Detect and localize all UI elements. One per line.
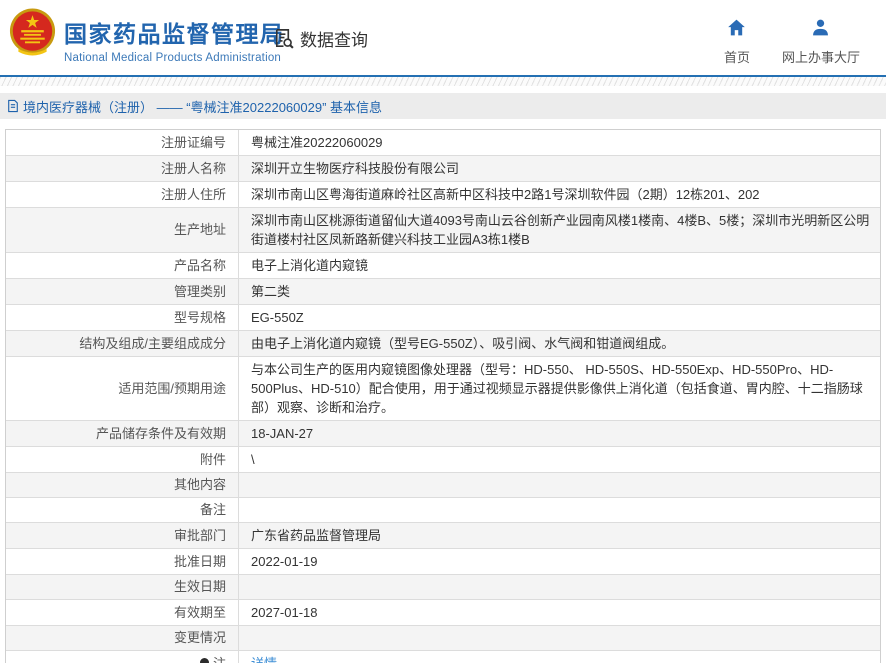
- row-label: 注册人住所: [6, 182, 239, 207]
- table-row: 型号规格EG-550Z: [6, 304, 880, 330]
- row-value: 广东省药品监督管理局: [239, 523, 880, 548]
- home-icon: [726, 17, 747, 43]
- top-nav: 首页 网上办事大厅: [724, 17, 860, 66]
- row-label: 审批部门: [6, 523, 239, 548]
- document-icon: [7, 99, 19, 113]
- table-row: 有效期至2027-01-18: [6, 599, 880, 625]
- row-label: 注册人名称: [6, 156, 239, 181]
- brand-block: 国家药品监督管理局 National Medical Products Admi…: [64, 15, 285, 64]
- row-value: 电子上消化道内窥镜: [239, 253, 880, 278]
- row-value: 2027-01-18: [239, 600, 880, 625]
- table-row: 附件\: [6, 446, 880, 472]
- spacer: [0, 119, 886, 129]
- row-label: 附件: [6, 447, 239, 472]
- table-row: 其他内容: [6, 472, 880, 497]
- table-row: 结构及组成/主要组成成分由电子上消化道内窥镜（型号EG-550Z）、吸引阀、水气…: [6, 330, 880, 356]
- service-hall-nav[interactable]: 网上办事大厅: [782, 17, 860, 66]
- home-nav[interactable]: 首页: [724, 17, 750, 66]
- table-row: 产品储存条件及有效期18-JAN-27: [6, 420, 880, 446]
- hatch-band: [0, 77, 886, 86]
- row-value: 深圳开立生物医疗科技股份有限公司: [239, 156, 880, 181]
- row-value: 第二类: [239, 279, 880, 304]
- table-row: 注册证编号粤械注准20222060029: [6, 130, 880, 155]
- row-label: 产品名称: [6, 253, 239, 278]
- row-label: 注册证编号: [6, 130, 239, 155]
- row-value: 深圳市南山区桃源街道留仙大道4093号南山云谷创新产业园南风楼1楼南、4楼B、5…: [239, 208, 880, 252]
- row-label: 生产地址: [6, 208, 239, 252]
- row-label: 生效日期: [6, 575, 239, 599]
- row-value: 深圳市南山区粤海街道麻岭社区高新中区科技中2路1号深圳软件园（2期）12栋201…: [239, 182, 880, 207]
- table-row: 产品名称电子上消化道内窥镜: [6, 252, 880, 278]
- breadcrumb-text: 境内医疗器械（注册） —— “粤械注准20222060029” 基本信息: [23, 97, 382, 116]
- table-row: 适用范围/预期用途与本公司生产的医用内窥镜图像处理器（型号：HD-550、 HD…: [6, 356, 880, 420]
- data-query-label: 数据查询: [300, 26, 368, 51]
- row-value: 2022-01-19: [239, 549, 880, 574]
- row-value: [239, 626, 880, 650]
- table-row: 批准日期2022-01-19: [6, 548, 880, 574]
- row-label: 产品储存条件及有效期: [6, 421, 239, 446]
- row-value: EG-550Z: [239, 305, 880, 330]
- row-value: 由电子上消化道内窥镜（型号EG-550Z）、吸引阀、水气阀和钳道阀组成。: [239, 331, 880, 356]
- table-row: 生效日期: [6, 574, 880, 599]
- table-row: 审批部门广东省药品监督管理局: [6, 522, 880, 548]
- row-label: 有效期至: [6, 600, 239, 625]
- row-label: 备注: [6, 498, 239, 522]
- table-row: 备注: [6, 497, 880, 522]
- row-label: 结构及组成/主要组成成分: [6, 331, 239, 356]
- table-row: 注 详情: [6, 650, 880, 663]
- agency-subtitle: National Medical Products Administration: [64, 52, 285, 64]
- row-value: 与本公司生产的医用内窥镜图像处理器（型号：HD-550、 HD-550S、HD-…: [239, 357, 880, 420]
- note-dot-icon: [200, 658, 209, 663]
- row-label: 适用范围/预期用途: [6, 357, 239, 420]
- row-value: [239, 575, 880, 599]
- row-value: 详情: [239, 651, 880, 663]
- row-value: [239, 498, 880, 522]
- info-table: 注册证编号粤械注准20222060029注册人名称深圳开立生物医疗科技股份有限公…: [5, 129, 881, 663]
- row-label: 管理类别: [6, 279, 239, 304]
- table-row: 生产地址深圳市南山区桃源街道留仙大道4093号南山云谷创新产业园南风楼1楼南、4…: [6, 207, 880, 252]
- row-label: 批准日期: [6, 549, 239, 574]
- home-label: 首页: [724, 47, 750, 66]
- table-row: 变更情况: [6, 625, 880, 650]
- doc-search-icon: [272, 27, 295, 50]
- row-value: \: [239, 447, 880, 472]
- user-icon: [810, 17, 831, 43]
- row-label: 注: [6, 651, 239, 663]
- row-value: 18-JAN-27: [239, 421, 880, 446]
- national-emblem-icon: [9, 3, 56, 61]
- site-header: 国家药品监督管理局 National Medical Products Admi…: [0, 0, 886, 75]
- data-query-nav[interactable]: 数据查询: [272, 26, 368, 51]
- service-hall-label: 网上办事大厅: [782, 47, 860, 66]
- agency-title: 国家药品监督管理局: [64, 15, 285, 49]
- table-row: 注册人住所深圳市南山区粤海街道麻岭社区高新中区科技中2路1号深圳软件园（2期）1…: [6, 181, 880, 207]
- details-link[interactable]: 详情: [251, 654, 277, 663]
- row-value: 粤械注准20222060029: [239, 130, 880, 155]
- spacer: [0, 86, 886, 93]
- row-value: [239, 473, 880, 497]
- table-row: 管理类别第二类: [6, 278, 880, 304]
- table-row: 注册人名称深圳开立生物医疗科技股份有限公司: [6, 155, 880, 181]
- breadcrumb: 境内医疗器械（注册） —— “粤械注准20222060029” 基本信息: [0, 93, 886, 119]
- row-label: 其他内容: [6, 473, 239, 497]
- row-label: 型号规格: [6, 305, 239, 330]
- row-label: 变更情况: [6, 626, 239, 650]
